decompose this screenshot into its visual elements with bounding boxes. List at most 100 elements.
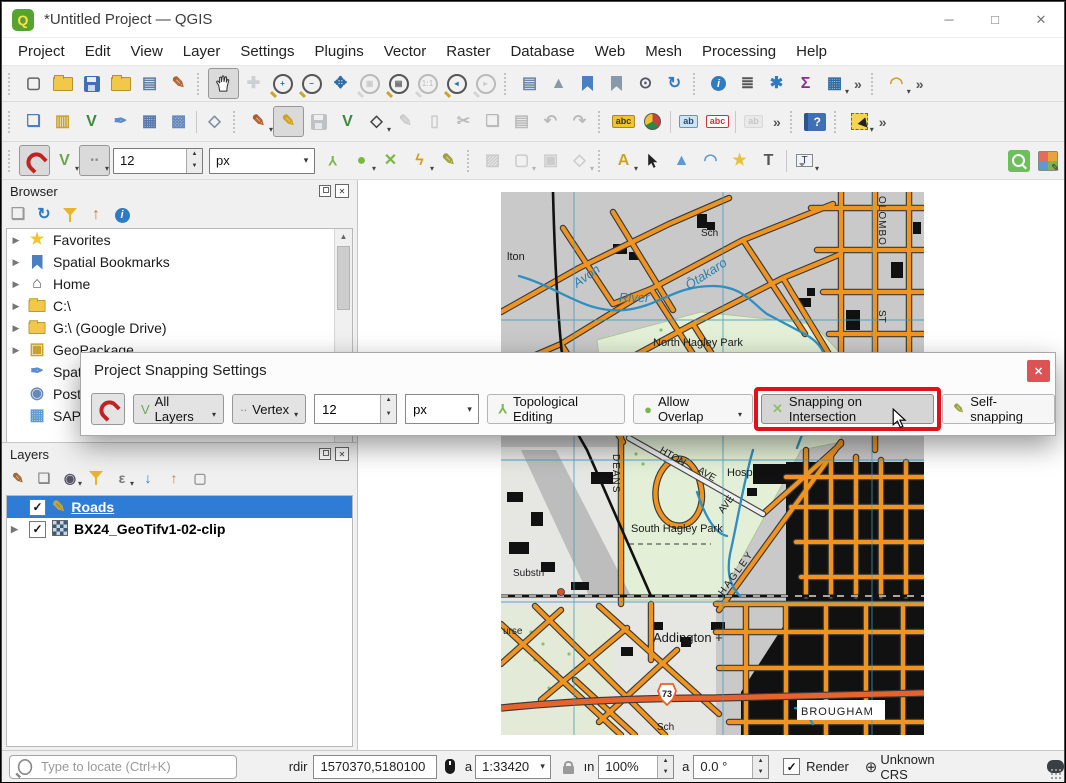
- lock-scale-icon[interactable]: [563, 760, 574, 774]
- maximize-button[interactable]: □: [972, 2, 1018, 37]
- balloon-annotation-button[interactable]: T ▾: [790, 146, 819, 175]
- select-annotation-button[interactable]: [638, 146, 667, 175]
- zoom-search-button[interactable]: [1004, 146, 1033, 175]
- menu-plugins[interactable]: Plugins: [305, 39, 374, 64]
- topological-editing-button[interactable]: Y: [318, 146, 347, 175]
- scale-select[interactable]: 1:33420 ▾: [475, 754, 552, 779]
- toolbar-overflow-button[interactable]: »: [911, 76, 929, 92]
- zoom-next-button[interactable]: ▸: [471, 69, 500, 98]
- menu-view[interactable]: View: [121, 39, 173, 64]
- collapse-all-layers-button[interactable]: ↑: [162, 466, 186, 490]
- snapping-tolerance-input[interactable]: 12 ▲ ▼: [314, 394, 398, 424]
- add-vector-layer-button[interactable]: ▥: [48, 107, 77, 136]
- layer-diagram-button[interactable]: [638, 107, 667, 136]
- snapping-mode-dropdown[interactable]: V All Layers ▾: [133, 394, 225, 424]
- advanced-digitizing-panel-button[interactable]: ▨: [478, 146, 507, 175]
- menu-vector[interactable]: Vector: [374, 39, 437, 64]
- topological-editing-button[interactable]: Y Topological Editing: [486, 394, 626, 424]
- manage-map-themes-button[interactable]: ◉ ▾: [58, 466, 82, 490]
- marker-annotation-button[interactable]: ★: [725, 146, 754, 175]
- toggle-editing-button[interactable]: ✎: [273, 106, 304, 137]
- layer-item-roads[interactable]: ✓ ✎ Roads: [7, 496, 352, 518]
- collapse-all-button[interactable]: ↑: [84, 203, 108, 227]
- close-button[interactable]: ✕: [1018, 2, 1064, 37]
- temporal-controller-button[interactable]: ⊙: [631, 69, 660, 98]
- snapping-mode-button[interactable]: V ▾: [50, 146, 79, 175]
- save-project-button[interactable]: [77, 69, 106, 98]
- globe-icon[interactable]: ⊕: [865, 758, 878, 776]
- map-canvas[interactable]: 73 lton Sch Avon River Ōtakaro North Hag…: [358, 180, 1064, 750]
- browser-item-g-google-drive[interactable]: ▶ G:\ (Google Drive): [7, 317, 352, 339]
- polygon-annotation-button[interactable]: ▲: [667, 146, 696, 175]
- scrollbar-thumb[interactable]: [337, 246, 350, 310]
- add-selected-layers-button[interactable]: ❏: [6, 203, 30, 227]
- browser-item-spatial-bookmarks[interactable]: ▶ Spatial Bookmarks: [7, 251, 352, 273]
- allow-overlap-button[interactable]: ● Allow Overlap ▾: [633, 394, 754, 424]
- new-map-view-button[interactable]: ▤: [515, 69, 544, 98]
- identify-features-button[interactable]: i: [704, 69, 733, 98]
- menu-database[interactable]: Database: [500, 39, 584, 64]
- self-snapping-button[interactable]: ✎ Self-snapping: [942, 394, 1055, 424]
- remove-layer-button[interactable]: ▢: [188, 466, 212, 490]
- select-features-button[interactable]: ▾: [845, 107, 874, 136]
- zoom-last-button[interactable]: ◂: [442, 69, 471, 98]
- zoom-out-button[interactable]: −: [297, 69, 326, 98]
- multiedit-attributes-button[interactable]: ✎: [391, 107, 420, 136]
- layer-checkbox[interactable]: ✓: [29, 498, 46, 516]
- project-properties-button[interactable]: ▤: [135, 69, 164, 98]
- rotation-input[interactable]: 0.0 ° ▲ ▼: [693, 754, 770, 779]
- browser-float-button[interactable]: [319, 185, 331, 197]
- help-button[interactable]: ?: [801, 107, 830, 136]
- redo-button[interactable]: ↷: [565, 107, 594, 136]
- new-3d-map-view-button[interactable]: ▲: [544, 69, 573, 98]
- layer-item-bx24-geotifv1-02-clip[interactable]: ▶ ✓ BX24_GeoTifv1-02-clip: [7, 518, 352, 540]
- create-annotation-button[interactable]: A ▾: [609, 146, 638, 175]
- new-vector-layer-button[interactable]: V: [77, 107, 106, 136]
- copy-features-button[interactable]: ❏: [478, 107, 507, 136]
- symbology-button[interactable]: ✎: [164, 69, 193, 98]
- toolbar-overflow-button[interactable]: »: [768, 114, 786, 130]
- menu-edit[interactable]: Edit: [75, 39, 121, 64]
- add-group-button[interactable]: ❏: [32, 466, 56, 490]
- magnifier-input[interactable]: 100% ▲ ▼: [598, 754, 675, 779]
- snapping-units-select[interactable]: px ▾: [405, 394, 479, 424]
- snapping-type-button[interactable]: ∙∙ ▾: [79, 145, 110, 176]
- menu-project[interactable]: Project: [8, 39, 75, 64]
- layer-styling-panel-button[interactable]: [1033, 146, 1062, 175]
- filter-browser-button[interactable]: [58, 203, 82, 227]
- enable-snapping-button[interactable]: [19, 145, 50, 176]
- layer-checkbox[interactable]: ✓: [29, 520, 46, 538]
- locator-input[interactable]: [38, 758, 230, 775]
- vertex-tool-button[interactable]: ◇ ▾: [362, 107, 391, 136]
- layers-close-button[interactable]: ✕: [335, 447, 349, 461]
- pan-map-button[interactable]: [208, 68, 239, 99]
- new-geopackage-layer-button[interactable]: ✒: [106, 107, 135, 136]
- new-spatialite-layer-button[interactable]: ▦: [135, 107, 164, 136]
- expand-all-button[interactable]: ↓: [136, 466, 160, 490]
- snapping-type-dropdown[interactable]: ∙∙ Vertex ▾: [232, 394, 307, 424]
- tracing-button[interactable]: ϟ ▾: [405, 146, 434, 175]
- statistical-summary-button[interactable]: ≣: [733, 69, 762, 98]
- add-feature-button[interactable]: V: [333, 107, 362, 136]
- menu-settings[interactable]: Settings: [230, 39, 304, 64]
- toolbar-overflow-button[interactable]: »: [874, 114, 892, 130]
- open-project-button[interactable]: [48, 69, 77, 98]
- menu-layer[interactable]: Layer: [173, 39, 231, 64]
- refresh-map-button[interactable]: ↻: [660, 69, 689, 98]
- browser-close-button[interactable]: ✕: [335, 184, 349, 198]
- browser-item-home[interactable]: ▶ ⌂ Home: [7, 273, 352, 295]
- show-statistics-button[interactable]: Σ: [791, 69, 820, 98]
- menu-web[interactable]: Web: [585, 39, 636, 64]
- extent-capture-icon[interactable]: [444, 759, 455, 774]
- undo-button[interactable]: ↶: [536, 107, 565, 136]
- render-checkbox[interactable]: ✓: [783, 758, 801, 775]
- new-project-button[interactable]: ▢: [19, 69, 48, 98]
- show-spatial-bookmarks-button[interactable]: [602, 69, 631, 98]
- move-label-button[interactable]: ab: [739, 107, 768, 136]
- menu-raster[interactable]: Raster: [436, 39, 500, 64]
- self-snapping-button[interactable]: ✎: [434, 146, 463, 175]
- menu-help[interactable]: Help: [786, 39, 837, 64]
- current-edits-button[interactable]: ✎ ▾: [244, 107, 273, 136]
- scrollbar-up-icon[interactable]: ▲: [335, 229, 352, 245]
- zoom-native-button[interactable]: 1:1: [413, 69, 442, 98]
